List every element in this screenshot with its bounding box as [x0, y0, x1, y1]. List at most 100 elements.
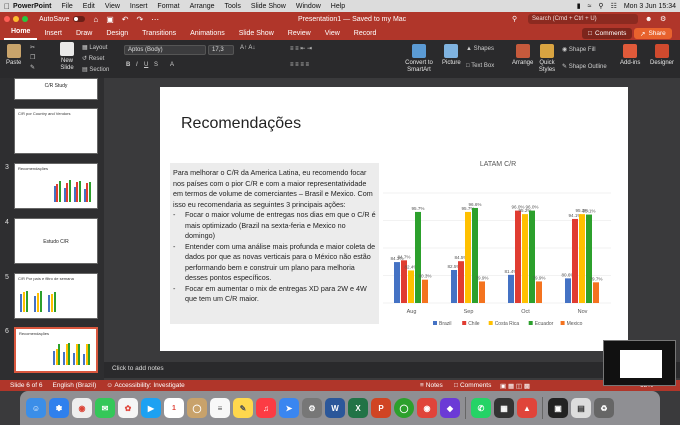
menu-app[interactable]: PowerPoint	[13, 3, 52, 10]
accessibility-button[interactable]: ☺ Accessibility: Investigate	[106, 382, 185, 389]
tab-review[interactable]: Review	[281, 30, 318, 40]
presenter-preview-window[interactable]	[603, 340, 676, 386]
slide-thumbnail-3[interactable]: Recomendações	[14, 163, 98, 209]
control-center-icon[interactable]: ☷	[611, 2, 617, 10]
calendar-icon[interactable]: 1	[164, 398, 184, 418]
settings-icon[interactable]: ⚙	[660, 15, 666, 23]
quick-styles-button[interactable]: Quick Styles	[538, 44, 556, 74]
latam-cr-chart[interactable]: LATAM C/R84.3%84.7%82.4%95.7%80.3%Aug82.…	[379, 153, 617, 333]
messages-icon[interactable]: ✉	[95, 398, 115, 418]
slide-thumbnail-2[interactable]: C/R Study	[14, 78, 98, 100]
finder-icon[interactable]: ☺	[26, 398, 46, 418]
format-painter-icon[interactable]: ✎	[30, 64, 35, 71]
menu-edit[interactable]: Edit	[83, 3, 95, 10]
slide-thumbnail-3a[interactable]: C/R por Country and Vendors	[14, 108, 98, 154]
undo-icon[interactable]: ↶	[122, 15, 129, 24]
designer-button[interactable]: Designer	[650, 44, 674, 67]
menu-format[interactable]: Format	[157, 3, 179, 10]
tab-slideshow[interactable]: Slide Show	[232, 30, 281, 40]
acrobat-icon[interactable]: ▲	[517, 398, 537, 418]
section-button[interactable]: ▤ Section	[82, 66, 109, 73]
whatsapp-icon[interactable]: ✆	[471, 398, 491, 418]
normal-view-icon[interactable]: ▣ ▦ ◫ ▩	[500, 382, 530, 390]
slide-thumbnail-6[interactable]: Recomendações	[14, 327, 98, 373]
underline-icon[interactable]: U	[144, 62, 148, 68]
calculator-icon[interactable]: ▦	[494, 398, 514, 418]
menu-help[interactable]: Help	[331, 3, 345, 10]
close-window-button[interactable]	[4, 16, 10, 22]
zoom-window-button[interactable]	[22, 16, 28, 22]
menu-slideshow[interactable]: Slide Show	[251, 3, 286, 10]
recommendation-textbox[interactable]: Para melhorar o C/R da America Latina, e…	[170, 163, 379, 324]
clock[interactable]: Mon 3 Jun 15:34	[624, 3, 676, 10]
tab-transitions[interactable]: Transitions	[135, 30, 183, 40]
wifi-icon[interactable]: ≈	[588, 3, 592, 10]
progress-icon[interactable]: ◯	[394, 398, 414, 418]
slide-thumbnail-panel[interactable]: C/R Study C/R por Country and Vendors 3 …	[0, 78, 104, 380]
layout-button[interactable]: ▦ Layout	[82, 44, 107, 51]
comments-button[interactable]: □ Comments	[582, 28, 633, 39]
menu-arrange[interactable]: Arrange	[190, 3, 215, 10]
slide-title[interactable]: Recomendações	[181, 115, 301, 133]
slide-thumbnail-4[interactable]: Estudo C/R	[14, 218, 98, 264]
safari-icon[interactable]: ❃	[49, 398, 69, 418]
notes-app-icon[interactable]: ✎	[233, 398, 253, 418]
align-icon[interactable]: ≡ ≡ ≡ ≡	[290, 62, 309, 68]
copy-icon[interactable]: ❐	[30, 54, 35, 61]
paste-button[interactable]: Paste	[6, 44, 21, 67]
convert-smartart-button[interactable]: Convert to SmartArt	[402, 44, 436, 74]
search-input[interactable]: Search (Cmd + Ctrl + U)	[528, 14, 638, 24]
tab-animations[interactable]: Animations	[183, 30, 232, 40]
save-icon[interactable]: ▣	[106, 15, 114, 24]
minimize-window-button[interactable]	[13, 16, 19, 22]
arrange-button[interactable]: Arrange	[512, 44, 533, 67]
menu-tools[interactable]: Tools	[225, 3, 241, 10]
notes-toggle[interactable]: ≡ Notes	[420, 382, 443, 389]
reset-button[interactable]: ↺ Reset	[82, 55, 104, 62]
more-icon[interactable]: ⋯	[151, 15, 159, 24]
keychain-icon[interactable]: ◯	[187, 398, 207, 418]
app-icon[interactable]: ◉	[417, 398, 437, 418]
tab-home[interactable]: Home	[4, 28, 38, 40]
font-grow-icon[interactable]: A↑ A↓	[240, 45, 255, 51]
powerpoint-icon[interactable]: P	[371, 398, 391, 418]
italic-icon[interactable]: I	[136, 62, 138, 68]
addins-button[interactable]: Add-ins	[620, 44, 640, 67]
textbox-button[interactable]: □ Text Box	[466, 63, 494, 69]
document-icon[interactable]: ▤	[571, 398, 591, 418]
menu-window[interactable]: Window	[296, 3, 321, 10]
shape-outline-button[interactable]: ✎ Shape Outline	[562, 63, 607, 70]
chrome-icon[interactable]: ◉	[72, 398, 92, 418]
tab-view[interactable]: View	[318, 30, 347, 40]
tab-record[interactable]: Record	[347, 30, 384, 40]
account-icon[interactable]: ☻	[645, 16, 652, 23]
music-icon[interactable]: ♫	[256, 398, 276, 418]
recent-window-icon[interactable]: ▣	[548, 398, 568, 418]
photos-icon[interactable]: ✿	[118, 398, 138, 418]
new-slide-button[interactable]: New Slide	[56, 42, 78, 72]
maps-icon[interactable]: ➤	[279, 398, 299, 418]
language-indicator[interactable]: English (Brazil)	[53, 382, 97, 389]
current-slide[interactable]: Recomendações Para melhorar o C/R da Ame…	[160, 87, 628, 351]
stack-icon[interactable]: ◆	[440, 398, 460, 418]
menu-view[interactable]: View	[105, 3, 120, 10]
excel-icon[interactable]: X	[348, 398, 368, 418]
battery-icon[interactable]: ▮	[577, 2, 581, 10]
facetime-icon[interactable]: ▶	[141, 398, 161, 418]
cut-icon[interactable]: ✂	[30, 44, 35, 51]
shapes-button[interactable]: ▲ Shapes	[466, 46, 494, 52]
font-size-select[interactable]: 17,3	[208, 45, 234, 55]
menu-insert[interactable]: Insert	[130, 3, 148, 10]
system-settings-icon[interactable]: ⚙	[302, 398, 322, 418]
slide-thumbnail-5[interactable]: C/R Por país e filtro de semana	[14, 273, 98, 319]
shape-fill-button[interactable]: ◉ Shape Fill	[562, 46, 596, 53]
autosave-toggle[interactable]	[73, 16, 86, 22]
tab-design[interactable]: Design	[99, 30, 135, 40]
apple-icon[interactable]: 	[4, 2, 13, 11]
share-button[interactable]: ↗ Share	[634, 28, 672, 39]
font-color-icon[interactable]: A	[170, 62, 174, 68]
bullets-icon[interactable]: ≡ ≡ ⇤ ⇥	[290, 45, 312, 52]
trash-icon[interactable]: ♻	[594, 398, 614, 418]
font-family-select[interactable]: Aptos (Body)	[124, 45, 206, 55]
redo-icon[interactable]: ↷	[136, 15, 143, 24]
